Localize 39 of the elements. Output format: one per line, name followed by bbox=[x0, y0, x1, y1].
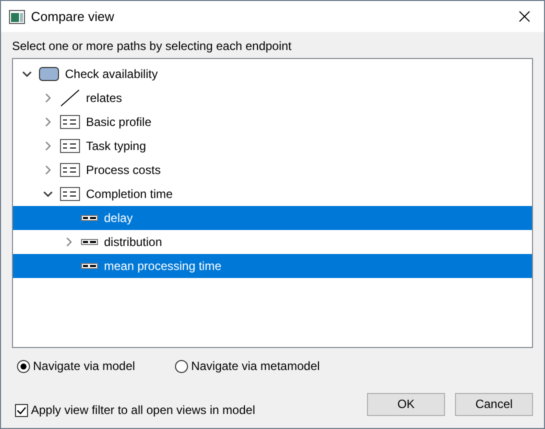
tree-item-label: Completion time bbox=[86, 187, 173, 201]
tree-item-label: Task typing bbox=[86, 139, 146, 153]
tree-item[interactable]: Basic profile bbox=[13, 110, 532, 134]
tree-item[interactable]: Completion time bbox=[13, 182, 532, 206]
checkbox-label[interactable]: Apply view filter to all open views in model bbox=[31, 403, 256, 417]
dialog-button[interactable]: Cancel bbox=[455, 392, 533, 416]
attribute-icon bbox=[81, 263, 98, 269]
attribute-icon bbox=[81, 215, 98, 221]
attribute-icon bbox=[81, 239, 98, 245]
list-icon bbox=[60, 187, 80, 201]
tree-item-label: Check availability bbox=[65, 67, 158, 81]
list-icon bbox=[60, 139, 80, 153]
radio-button[interactable] bbox=[175, 360, 188, 372]
list-icon bbox=[60, 115, 80, 129]
list-icon bbox=[60, 163, 80, 177]
tree-item-label: mean processing time bbox=[104, 259, 222, 273]
tree-item[interactable]: Task typing bbox=[13, 134, 532, 158]
tree-item-label: distribution bbox=[104, 235, 162, 249]
tree-item[interactable]: delay bbox=[13, 206, 532, 230]
tree-item[interactable]: relates bbox=[13, 86, 532, 110]
window-title: Compare view bbox=[31, 9, 116, 24]
instruction-text: Select one or more paths by selecting each endpoint bbox=[11, 38, 293, 55]
tree-item-label: Process costs bbox=[86, 163, 161, 177]
tree-item[interactable]: mean processing time bbox=[13, 254, 532, 278]
tree-item-label: relates bbox=[86, 91, 122, 105]
tree-item[interactable]: distribution bbox=[13, 230, 532, 254]
tree-item-label: delay bbox=[104, 211, 133, 225]
window-icon bbox=[9, 10, 25, 24]
tree-item-label: Basic profile bbox=[86, 115, 152, 129]
checkbox[interactable] bbox=[15, 404, 28, 416]
close-icon[interactable] bbox=[519, 11, 530, 22]
model-icon bbox=[39, 67, 59, 81]
radio-button[interactable] bbox=[17, 360, 30, 372]
radio-label[interactable]: Navigate via model bbox=[33, 359, 136, 373]
line-icon bbox=[60, 89, 80, 107]
radio-label[interactable]: Navigate via metamodel bbox=[191, 359, 320, 373]
tree-item[interactable]: Check availability bbox=[13, 62, 532, 86]
tree-item[interactable]: Process costs bbox=[13, 158, 532, 182]
dialog-button[interactable]: OK bbox=[367, 392, 445, 416]
